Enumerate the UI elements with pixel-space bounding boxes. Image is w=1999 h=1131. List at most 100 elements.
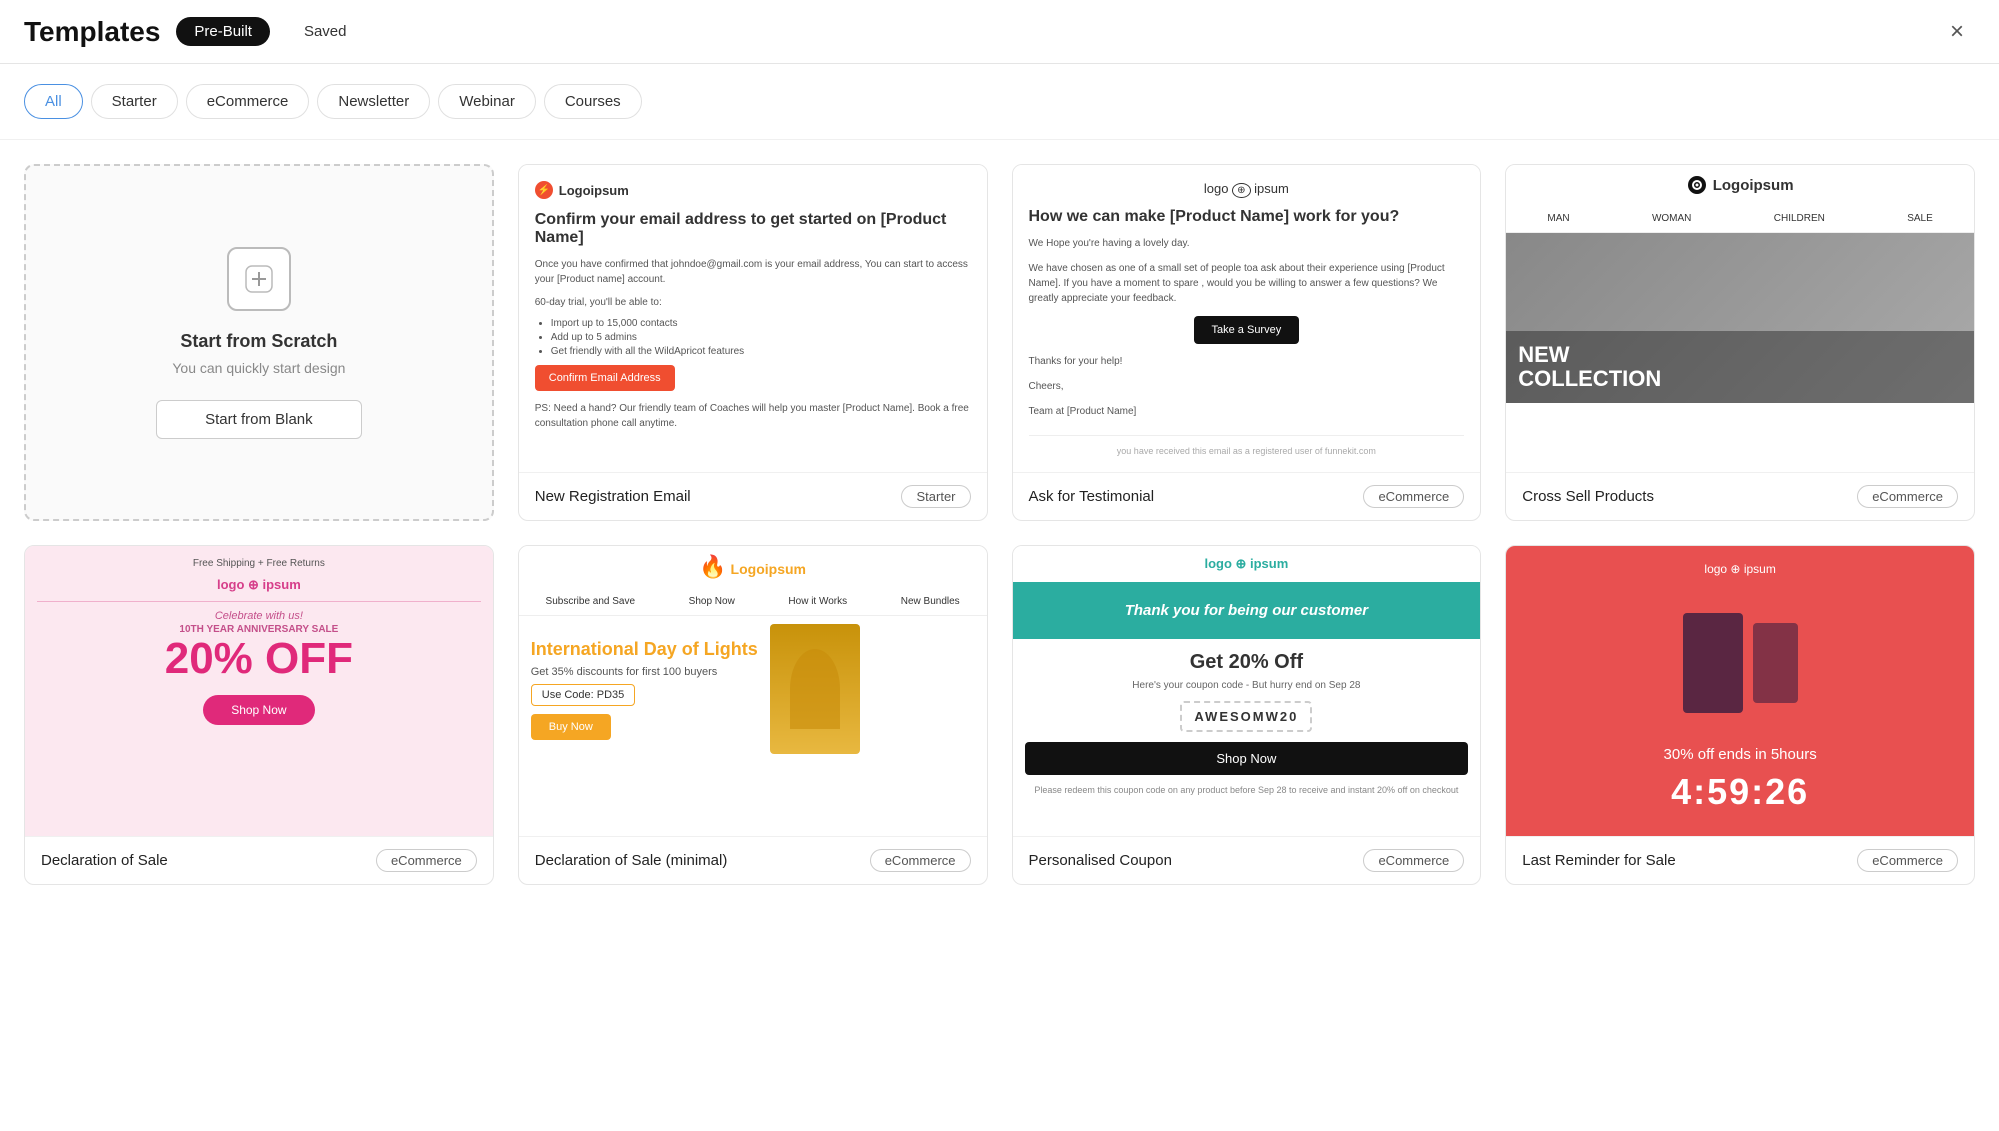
card-badge-coupon: eCommerce [1363,849,1464,872]
reg-list: Import up to 15,000 contacts Add up to 5… [551,318,971,357]
reg-logo-text: Logoipsum [559,183,629,198]
filter-tab-courses[interactable]: Courses [544,84,642,119]
template-preview-sale: Free Shipping + Free Returns logo ⊕ ipsu… [25,546,493,836]
scratch-title: Start from Scratch [180,331,337,352]
nav-sale: SALE [1907,213,1933,224]
nav-woman: WOMAN [1652,213,1691,224]
template-card-sale-minimal[interactable]: 🔥 Logoipsum Subscribe and Save Shop Now … [518,545,988,885]
filter-tab-starter[interactable]: Starter [91,84,178,119]
reg-p1: Once you have confirmed that johndoe@gma… [535,257,971,287]
reminder-off-text: 30% off ends in 5hours [1522,746,1958,763]
nav-man: MAN [1547,213,1569,224]
cross-hero-image: NEWCOLLECTION [1506,233,1974,403]
card-badge-crosssell: eCommerce [1857,485,1958,508]
reg-ps: PS: Need a hand? Our friendly team of Co… [535,401,971,431]
card-footer-sale-minimal: Declaration of Sale (minimal) eCommerce [519,836,987,884]
nav-shopnow: Shop Now [689,596,735,607]
reg-heading: Confirm your email address to get starte… [535,211,971,247]
coupon-p: Here's your coupon code - But hurry end … [1025,680,1469,691]
card-title-sale: Declaration of Sale [41,852,168,869]
reminder-logo: logo ⊕ ipsum [1522,562,1958,576]
saleminimal-content: International Day of Lights Get 35% disc… [519,616,987,762]
cross-logo: Logoipsum [1506,165,1974,205]
shop-now-button-coupon[interactable]: Shop Now [1025,742,1469,775]
scratch-subtitle: You can quickly start design [172,360,345,376]
nav-subscribe: Subscribe and Save [546,596,636,607]
nav-howworks: How it Works [788,596,847,607]
template-card-testimonial[interactable]: logo ⊕ ipsum How we can make [Product Na… [1012,164,1482,521]
buy-now-button[interactable]: Buy Now [531,714,611,740]
filter-tab-webinar[interactable]: Webinar [438,84,536,119]
template-card-crosssell[interactable]: Logoipsum MAN WOMAN CHILDREN SALE NEWCOL… [1505,164,1975,521]
template-grid: Start from Scratch You can quickly start… [0,140,1999,909]
saleminimal-nav: Subscribe and Save Shop Now How it Works… [519,588,987,616]
filter-tab-ecommerce[interactable]: eCommerce [186,84,310,119]
tab-saved[interactable]: Saved [286,17,365,46]
saleminimal-logo: 🔥 Logoipsum [519,546,987,588]
card-badge-reminder: eCommerce [1857,849,1958,872]
bottle-2 [1753,623,1798,703]
testi-p1: We Hope you're having a lovely day. [1029,236,1465,251]
scratch-from-scratch-card[interactable]: Start from Scratch You can quickly start… [24,164,494,521]
sale-celebrate: Celebrate with us! [37,610,481,622]
card-title-sale-minimal: Declaration of Sale (minimal) [535,852,728,869]
cross-nav: MAN WOMAN CHILDREN SALE [1506,205,1974,233]
nav-children: CHILDREN [1774,213,1825,224]
card-badge-sale-minimal: eCommerce [870,849,971,872]
template-preview-crosssell: Logoipsum MAN WOMAN CHILDREN SALE NEWCOL… [1506,165,1974,472]
testi-logo: logo ⊕ ipsum [1029,181,1465,196]
sale-off-text: 20% OFF [37,635,481,683]
sale-free-ship: Free Shipping + Free Returns [37,558,481,569]
card-title-registration: New Registration Email [535,488,691,505]
card-footer-sale: Declaration of Sale eCommerce [25,836,493,884]
filter-tab-newsletter[interactable]: Newsletter [317,84,430,119]
testi-heading: How we can make [Product Name] work for … [1029,208,1465,226]
reminder-timer: 4:59:26 [1522,771,1958,813]
template-card-coupon[interactable]: logo ⊕ ipsum Thank you for being our cus… [1012,545,1482,885]
template-card-sale[interactable]: Free Shipping + Free Returns logo ⊕ ipsu… [24,545,494,885]
coupon-h3: Get 20% Off [1025,651,1469,674]
reg-list-item-3: Get friendly with all the WildApricot fe… [551,346,971,357]
testi-cheers: Cheers, [1029,379,1465,394]
sale-logo: logo ⊕ ipsum [37,577,481,593]
header: Templates Pre-Built Saved × [0,0,1999,64]
saleminimal-lamp-image [770,624,860,754]
cross-hero-text: NEWCOLLECTION [1518,343,1962,391]
testi-thanks: Thanks for your help! [1029,354,1465,369]
reg-list-item-1: Import up to 15,000 contacts [551,318,971,329]
card-title-testimonial: Ask for Testimonial [1029,488,1155,505]
card-badge-testimonial: eCommerce [1363,485,1464,508]
nav-bundles: New Bundles [901,596,960,607]
card-badge-sale: eCommerce [376,849,477,872]
shop-now-button-sale[interactable]: Shop Now [203,695,314,725]
card-footer-testimonial: Ask for Testimonial eCommerce [1013,472,1481,520]
saleminimal-heading: International Day of Lights [531,639,758,660]
coupon-offer: Get 20% Off Here's your coupon code - Bu… [1013,639,1481,817]
template-card-reminder[interactable]: logo ⊕ ipsum 30% off ends in 5hours 4:59… [1505,545,1975,885]
header-left: Templates Pre-Built Saved [24,16,365,48]
confirm-email-button[interactable]: Confirm Email Address [535,365,675,391]
coupon-logo: logo ⊕ ipsum [1013,546,1481,582]
template-preview-testimonial: logo ⊕ ipsum How we can make [Product Na… [1013,165,1481,472]
card-title-coupon: Personalised Coupon [1029,852,1172,869]
coupon-footer: Please redeem this coupon code on any pr… [1025,785,1469,795]
testi-footer: you have received this email as a regist… [1029,446,1465,456]
start-from-blank-button[interactable]: Start from Blank [156,400,362,439]
tab-prebuilt[interactable]: Pre-Built [176,17,270,46]
card-footer-coupon: Personalised Coupon eCommerce [1013,836,1481,884]
template-preview-sale-minimal: 🔥 Logoipsum Subscribe and Save Shop Now … [519,546,987,836]
card-footer-reminder: Last Reminder for Sale eCommerce [1506,836,1974,884]
page-title: Templates [24,16,160,48]
reg-trial: 60-day trial, you'll be able to: [535,295,971,310]
filter-tab-all[interactable]: All [24,84,83,119]
reminder-perfume-image [1522,588,1958,738]
testi-team: Team at [Product Name] [1029,404,1465,419]
saleminimal-sub: Get 35% discounts for first 100 buyers [531,666,758,678]
testi-footer-divider: you have received this email as a regist… [1029,435,1465,456]
card-title-reminder: Last Reminder for Sale [1522,852,1675,869]
card-footer-crosssell: Cross Sell Products eCommerce [1506,472,1974,520]
take-survey-button[interactable]: Take a Survey [1194,316,1300,344]
saleminimal-code: Use Code: PD35 [531,684,636,706]
close-button[interactable]: × [1939,14,1975,50]
template-card-new-registration[interactable]: ⚡ Logoipsum Confirm your email address t… [518,164,988,521]
